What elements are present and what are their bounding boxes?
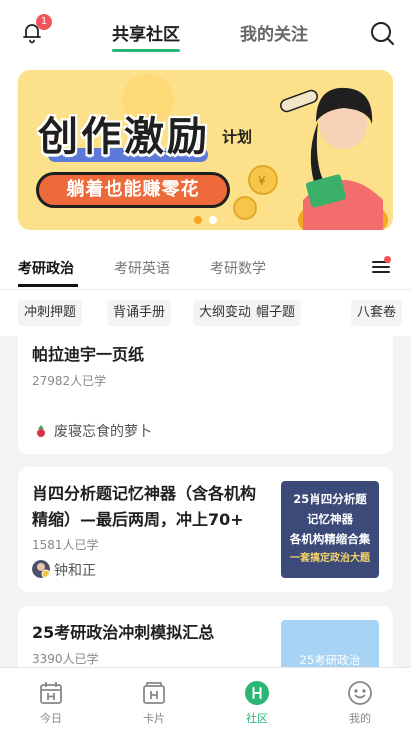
tab-politics[interactable]: 考研政治 (18, 258, 74, 278)
chip-eight-papers[interactable]: 八套卷 (351, 300, 403, 326)
menu-notification-dot (384, 256, 391, 263)
nav-label: 卡片 (143, 712, 165, 725)
filter-chips: 冲刺押题 背诵手册 大纲变动 帽子题 八套卷 (0, 290, 411, 336)
thumbnail-text: 一套搞定政治大题 (290, 553, 370, 564)
author-name: 钟和正 (54, 563, 96, 579)
active-tab-indicator (112, 49, 180, 52)
banner-cta-button[interactable]: 躺着也能赚零花 (36, 172, 230, 208)
card-title: 帕拉迪宇一页纸 (32, 345, 145, 364)
nav-label: 今日 (40, 712, 62, 725)
calendar-icon (40, 682, 62, 704)
carousel-dot-active[interactable] (194, 216, 202, 224)
thumbnail-text: 各机构精缩合集 (289, 532, 371, 546)
banner-title: 创作激励 (38, 114, 210, 160)
nav-label: 社区 (246, 712, 268, 725)
smile-icon (348, 681, 372, 705)
learner-count: 3390人已学 (32, 652, 99, 666)
card-title-line1: 肖四分析题记忆神器（含各机构 (32, 484, 257, 503)
notification-badge: 1 (36, 14, 52, 30)
subject-tab-bar: 考研政治 考研英语 考研数学 (0, 242, 411, 290)
thumbnail-text: 25肖四分析题 (293, 492, 367, 506)
tab-my-following[interactable]: 我的关注 (240, 20, 308, 45)
card-icon (143, 682, 165, 704)
thumbnail-text: 记忆神器 (307, 512, 353, 526)
card-title: 25考研政治冲刺模拟汇总 (32, 623, 215, 642)
learner-count: 1581人已学 (32, 538, 99, 552)
nav-label: 我的 (349, 712, 371, 725)
card-title-line2: 精缩）—最后两周，冲上70+ (32, 510, 244, 529)
subject-tab-indicator (18, 284, 78, 287)
nav-today[interactable]: 今日 (11, 668, 91, 731)
chip-hat-questions[interactable]: 帽子题 (250, 300, 302, 326)
card-thumbnail: 25肖四分析题 记忆神器 各机构精缩合集 一套搞定政治大题 (281, 481, 379, 578)
bottom-navigation: 今日 卡片 社区 我的 (0, 667, 411, 731)
chip-recitation-handbook[interactable]: 背诵手册 (107, 300, 172, 326)
carousel-dot[interactable] (209, 216, 217, 224)
search-icon[interactable] (369, 20, 395, 46)
author-name: 废寝忘食的萝卜 (54, 424, 152, 440)
community-icon (245, 681, 269, 705)
learner-count: 27982人已学 (32, 374, 107, 388)
nav-me[interactable]: 我的 (320, 668, 400, 731)
list-item[interactable]: 帕拉迪宇一页纸 27982人已学 废寝忘食的萝卜 (18, 332, 393, 454)
nav-cards[interactable]: 卡片 (114, 668, 194, 731)
chip-syllabus-changes[interactable]: 大纲变动 (193, 300, 258, 326)
nav-community[interactable]: 社区 (217, 668, 297, 731)
top-header: 1 共享社区 我的关注 (0, 0, 411, 64)
banner-section: ¥ 创作激励 计划 躺着也能赚零花 (0, 64, 411, 242)
banner-title-suffix: 计划 (222, 128, 253, 146)
avatar (32, 421, 50, 439)
tab-english[interactable]: 考研英语 (114, 258, 170, 278)
svg-text:¥: ¥ (258, 174, 266, 188)
chip-sprint-predictions[interactable]: 冲刺押题 (18, 300, 83, 326)
tab-math[interactable]: 考研数学 (210, 258, 266, 278)
list-item[interactable]: 肖四分析题记忆神器（含各机构 精缩）—最后两周，冲上70+ 1581人已学 钟和… (18, 467, 393, 592)
tab-shared-community[interactable]: 共享社区 (112, 20, 180, 45)
promo-banner[interactable]: ¥ 创作激励 计划 躺着也能赚零花 (18, 70, 393, 230)
avatar (32, 560, 50, 578)
